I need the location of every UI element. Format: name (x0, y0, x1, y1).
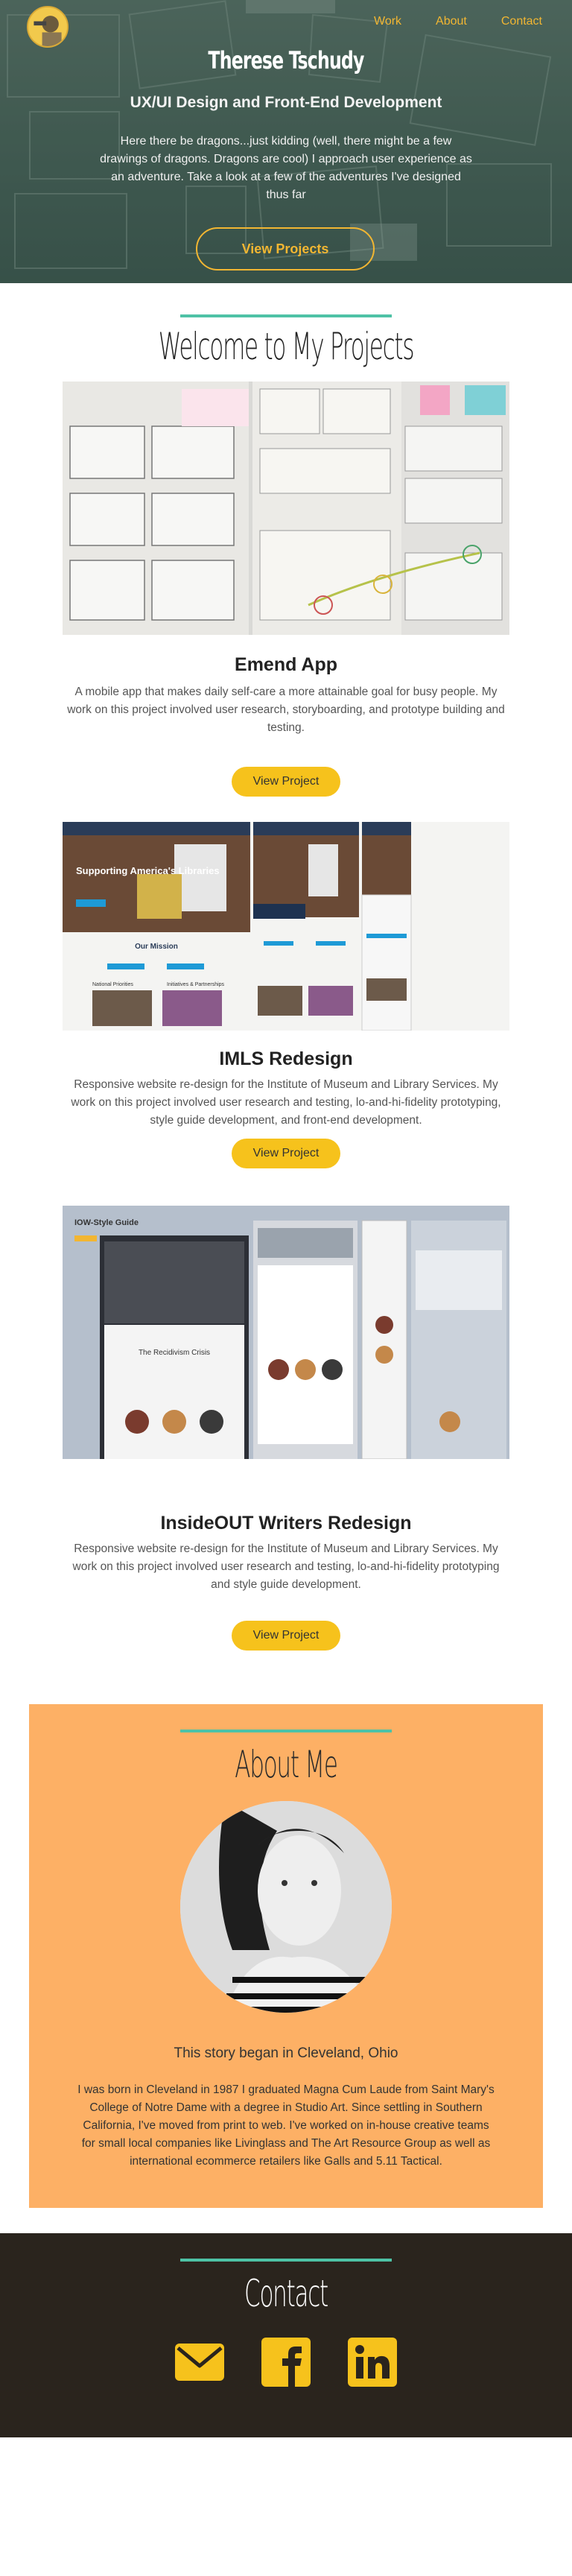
about-bio: I was born in Cleveland in 1987 I gradua… (77, 2083, 495, 2168)
project-image-imls[interactable]: Supporting America's Libraries Our Missi… (63, 822, 509, 1031)
project-image-insideout[interactable]: IOW-Style Guide The Recidivism Crisis (63, 1206, 509, 1459)
project-description: Responsive website re-design for the Ins… (72, 1542, 500, 1591)
project-description: A mobile app that makes daily self-care … (67, 686, 505, 734)
view-project-button-imls[interactable]: View Project (232, 1139, 340, 1168)
facebook-icon[interactable] (261, 2338, 311, 2387)
contact-icons (0, 2338, 572, 2387)
nav-link-work[interactable]: Work (374, 15, 401, 28)
project-title: IMLS Redesign (219, 1048, 353, 1069)
mockup-col-2: Initiatives & Partnerships (167, 982, 225, 987)
site-subtitle: UX/UI Design and Front-End Development (130, 94, 442, 111)
portrait-photo (180, 1801, 392, 2013)
project-card-emend: Emend App A mobile app that makes daily … (0, 382, 572, 797)
nav-link-about[interactable]: About (436, 15, 467, 28)
portrait-image (180, 1801, 392, 2013)
linkedin-icon[interactable] (348, 2338, 397, 2387)
project-description: Responsive website re-design for the Ins… (71, 1078, 501, 1127)
section-rule (180, 2259, 392, 2262)
projects-section: Welcome to My Projects Emend App A mobil… (0, 283, 572, 1651)
site-title: Therese Tschudy (208, 46, 364, 75)
mockup-guide-label: IOW-Style Guide (74, 1218, 139, 1227)
hero-header: Work About Contact Therese Tschudy UX/UI… (0, 0, 572, 283)
project-title: InsideOUT Writers Redesign (160, 1513, 412, 1534)
hero-description: Here there be dragons...just kidding (we… (100, 135, 472, 201)
section-rule (180, 314, 392, 317)
nav-link-contact[interactable]: Contact (501, 15, 542, 28)
storyboard-illustration (63, 382, 509, 635)
project-card-imls: Supporting America's Libraries Our Missi… (0, 822, 572, 1168)
main-nav: Work About Contact (374, 15, 542, 28)
view-project-button-emend[interactable]: View Project (232, 767, 340, 797)
imls-mockups: Supporting America's Libraries Our Missi… (63, 822, 509, 1031)
project-title: Emend App (235, 654, 337, 675)
about-tagline: This story began in Cleveland, Ohio (174, 2045, 398, 2061)
about-section: About Me This story began in Cleveland, … (29, 1704, 543, 2208)
mockup-headline: Supporting America's Libraries (76, 865, 220, 876)
contact-section: Contact (0, 2233, 572, 2437)
contact-title: Contact (244, 2272, 328, 2315)
section-rule (180, 1730, 392, 1732)
mockup-headline: The Recidivism Crisis (139, 1349, 210, 1357)
email-icon[interactable] (175, 2338, 224, 2387)
insideout-mockups: IOW-Style Guide The Recidivism Crisis (63, 1206, 509, 1459)
projects-title: Welcome to My Projects (158, 325, 415, 368)
project-image-emend[interactable] (63, 382, 509, 635)
avatar-icon (28, 7, 67, 46)
view-project-button-insideout[interactable]: View Project (232, 1621, 340, 1651)
about-title: About Me (235, 1743, 338, 1786)
view-projects-button[interactable]: View Projects (196, 227, 375, 270)
mockup-col-1: National Priorities (92, 982, 133, 987)
logo-avatar[interactable] (27, 6, 69, 48)
mockup-section: Our Mission (135, 943, 178, 951)
project-card-insideout: IOW-Style Guide The Recidivism Crisis In… (0, 1206, 572, 1651)
